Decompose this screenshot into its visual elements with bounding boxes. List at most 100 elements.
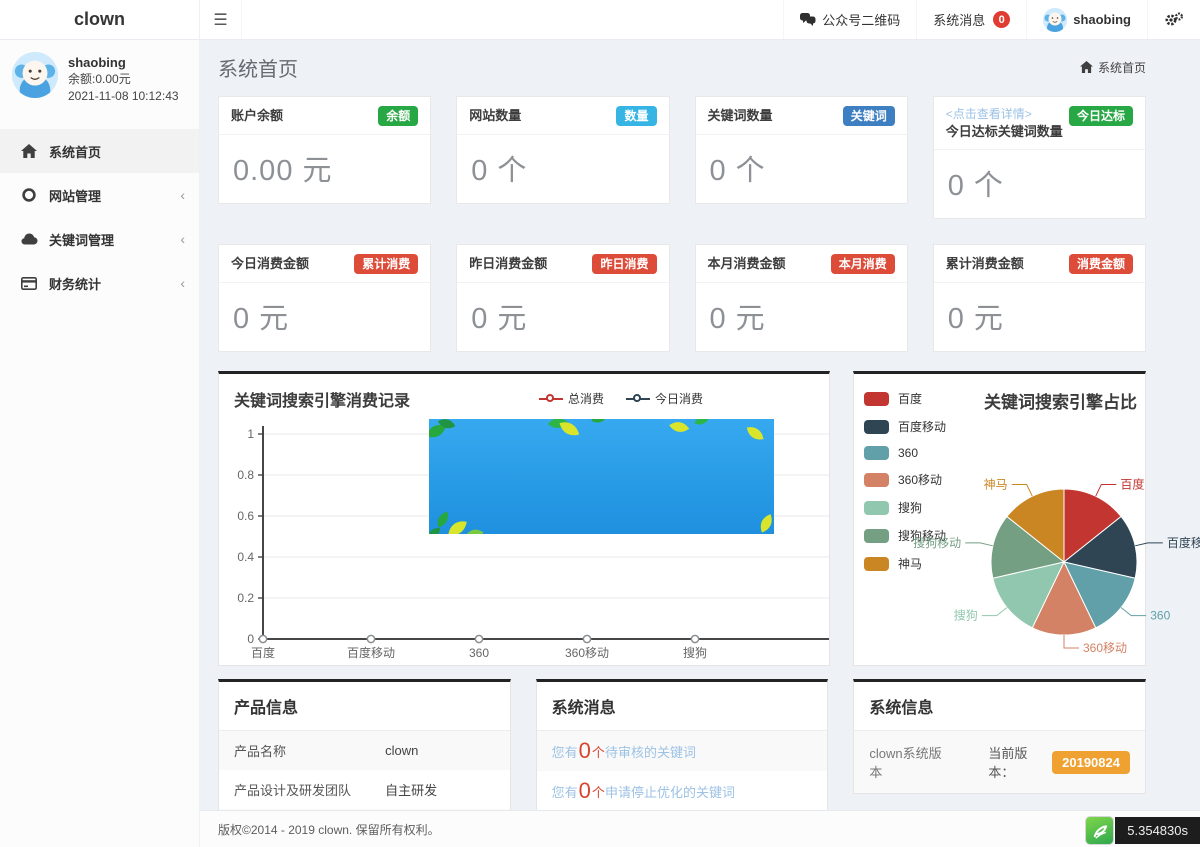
stat-card-header: 网站数量 数量 [457,97,668,135]
stat-card-header: 关键词数量关键词 [696,97,907,135]
stat-card: 网站数量数量0 个 [456,96,669,204]
legend-item[interactable]: 百度 [864,390,946,407]
stat-card-badge: 昨日消费 [592,254,656,274]
system-messages-title: 系统消息 [537,682,828,731]
pie-label-line [1012,485,1033,497]
stat-card-header: 本月消费金额本月消费 [696,245,907,283]
pie-chart: 百度百度移动360360移动搜狗搜狗移动神马 [854,419,1194,669]
credit-card-icon [20,277,38,290]
y-tick-label: 0.6 [237,509,254,523]
pie-label-line [965,543,993,546]
data-point [475,635,482,642]
stat-card-label: 关键词数量 [708,108,773,123]
page-title: 系统首页 [218,53,298,82]
top-header: clown ☰ 公众号二维码 系统消息 0 shaobing [0,0,1200,40]
messages-label: 系统消息 [933,10,985,29]
message-prefix: 您有 [552,742,578,761]
trace-toggle-button[interactable] [1086,817,1113,844]
breadcrumb[interactable]: 系统首页 [1080,59,1146,76]
product-info-title: 产品信息 [219,682,510,731]
y-tick-label: 1 [247,427,254,441]
home-icon [20,144,38,158]
stat-card-heading: 今日消费金额 [231,254,309,273]
pie-label: 搜狗移动 [913,535,961,550]
x-tick-label: 百度移动 [347,645,395,660]
current-version-label: 当前版本： [988,743,1044,781]
messages-count-badge: 0 [993,11,1010,28]
data-point [259,635,266,642]
sidebar-item-label: 网站管理 [49,186,180,205]
official-account-qr-button[interactable]: 公众号二维码 [783,0,916,39]
chevron-left-icon: ‹ [180,275,185,291]
chevron-left-icon: ‹ [180,187,185,203]
stat-card-value: 0.00 元 [219,135,430,203]
row-label: 产品名称 [234,741,385,760]
engine-share-pie-panel: 关键词搜索引擎占比 百度百度移动360360移动搜狗搜狗移动神马 百度百度移动3… [853,371,1146,666]
legend-label: 总消费 [568,390,604,407]
message-count: 0 [578,781,592,801]
stat-card-badge: 累计消费 [354,254,418,274]
stat-card-label: 网站数量 [469,108,521,123]
sidebar-balance: 余额:0.00元 [68,71,179,88]
sidebar-item-label: 财务统计 [49,274,180,293]
stat-card-badge: 消费金额 [1069,254,1133,274]
data-point [367,635,374,642]
stat-card: <点击查看详情>今日达标关键词数量今日达标0 个 [933,96,1146,219]
chevron-left-icon: ‹ [180,231,185,247]
table-row: 产品设计及研发团队自主研发 [219,770,510,809]
pie-label: 360移动 [1083,641,1127,655]
message-link[interactable]: 您有0个待审核的关键词 [537,731,828,771]
legend-item[interactable]: 总消费 [539,390,604,407]
pie-label: 搜狗 [954,608,978,623]
content: 系统首页 系统首页 账户余额余额0.00 元网站数量数量0 个关键词数量关键词0… [200,40,1200,847]
page-load-time: 5.354830s [1115,817,1200,844]
pie-chart-title: 关键词搜索引擎占比 [984,388,1137,413]
settings-button[interactable] [1147,0,1200,39]
message-link[interactable]: 您有0个申请停止优化的关键词 [537,771,828,811]
pie-label: 360 [1150,609,1170,623]
line-chart-title: 关键词搜索引擎消费记录 [219,374,829,411]
pie-label: 百度 [1120,477,1144,492]
stat-card-label: 今日消费金额 [231,256,309,271]
avatar [12,52,58,98]
promo-image [429,419,774,534]
legend-swatch [864,392,889,406]
sidebar-item-2[interactable]: 网站管理‹ [0,173,199,217]
pie-label: 百度移动 [1167,535,1200,550]
legend-label: 百度 [898,390,922,407]
sidebar-menu: 系统首页网站管理‹关键词管理‹财务统计‹ [0,129,199,305]
trace-widget: 5.354830s [1086,817,1200,844]
sidebar-item-3[interactable]: 关键词管理‹ [0,217,199,261]
legend-item[interactable]: 今日消费 [626,390,703,407]
row-value: clown [385,743,418,758]
sidebar-toggle-button[interactable]: ☰ [200,0,242,39]
sidebar-item-4[interactable]: 财务统计‹ [0,261,199,305]
header-spacer [242,0,783,39]
system-version-label: clown系统版本 [869,743,942,781]
pie-label-line [1135,543,1163,546]
system-messages-button[interactable]: 系统消息 0 [916,0,1026,39]
breadcrumb-label: 系统首页 [1098,59,1146,76]
stat-card-badge: 数量 [616,106,656,126]
legend-dot [546,394,554,402]
user-meta: shaobing 余额:0.00元 2021-11-08 10:12:43 [68,52,179,105]
stat-card-heading: 账户余额 [231,106,283,125]
circle-icon [20,188,38,202]
y-tick-label: 0 [247,632,254,646]
stat-card-value: 0 元 [934,283,1145,351]
app-logo[interactable]: clown [0,0,200,39]
sidebar-datetime: 2021-11-08 10:12:43 [68,88,179,105]
message-text: 申请停止优化的关键词 [605,782,735,801]
user-menu-button[interactable]: shaobing [1026,0,1147,39]
sidebar-item-1[interactable]: 系统首页 [0,129,199,173]
stat-card-value: 0 元 [457,283,668,351]
stat-card-heading: 累计消费金额 [946,254,1024,273]
gears-icon [1164,12,1184,28]
stat-card: 账户余额余额0.00 元 [218,96,431,204]
details-link[interactable]: <点击查看详情> [946,106,1063,122]
y-tick-label: 0.4 [237,550,254,564]
data-point [583,635,590,642]
stat-card-label: 账户余额 [231,108,283,123]
stat-card-heading: <点击查看详情>今日达标关键词数量 [946,106,1063,141]
stat-card-badge: 今日达标 [1069,106,1133,126]
